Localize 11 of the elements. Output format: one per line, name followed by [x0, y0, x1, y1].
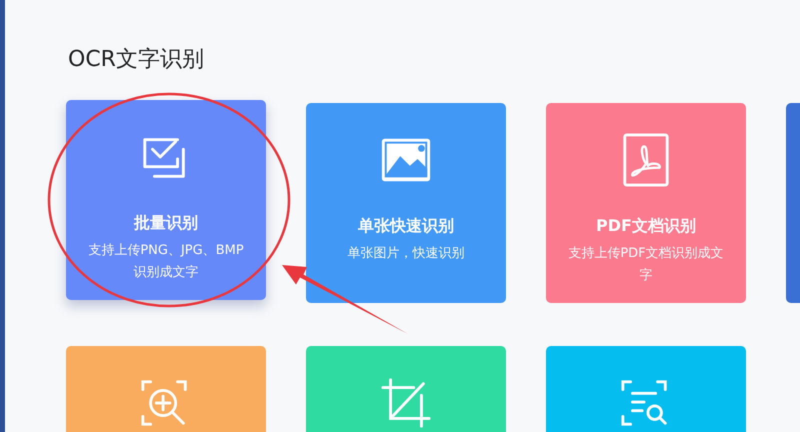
- card-title: 批量识别: [134, 212, 198, 234]
- feature-card[interactable]: 单张快速识别 单张图片，快速识别: [306, 103, 506, 303]
- crop-icon: [379, 376, 433, 430]
- card-title: 单张快速识别: [358, 215, 454, 237]
- card-description: 支持上传PDF文档识别成文字: [568, 245, 724, 285]
- section-title: OCR文字识别: [68, 46, 205, 74]
- feature-card[interactable]: PDF文档识别 支持上传PDF文档识别成文字: [546, 103, 746, 303]
- card-description: 单张图片，快速识别: [348, 245, 464, 263]
- card-description: 支持上传PNG、JPG、BMP识别成文字: [88, 242, 244, 282]
- feature-card[interactable]: 批量识别 支持上传PNG、JPG、BMP识别成文字: [66, 100, 266, 300]
- card-title: PDF文档识别: [596, 215, 696, 237]
